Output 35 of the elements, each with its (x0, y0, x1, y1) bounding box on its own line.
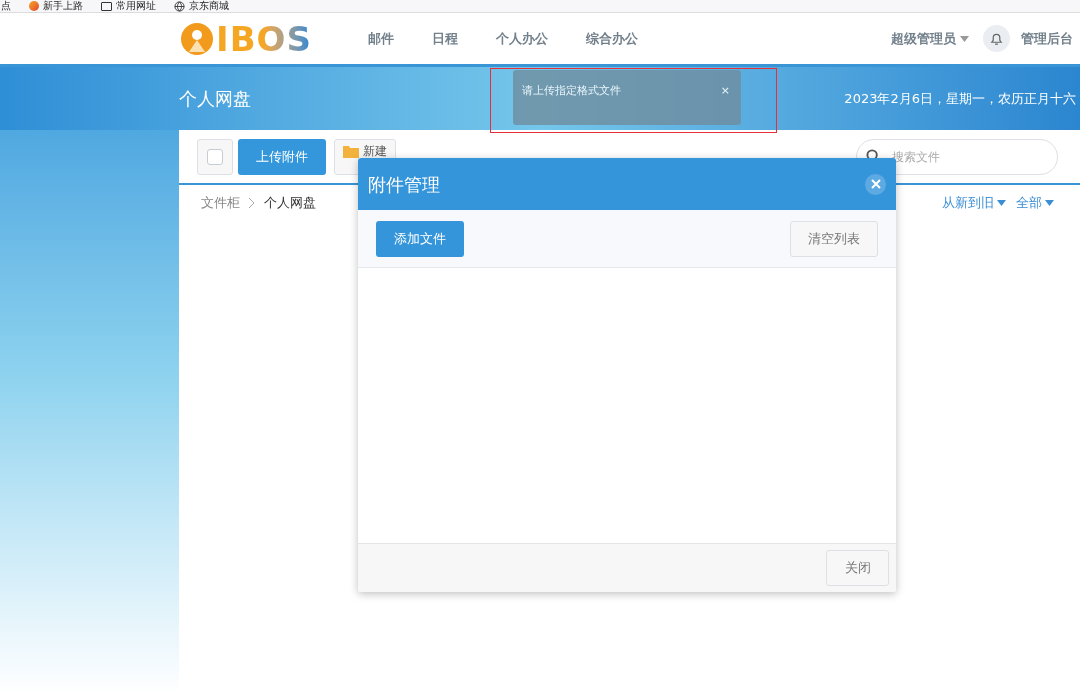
bell-icon[interactable] (983, 25, 1010, 52)
clear-list-button[interactable]: 清空列表 (790, 220, 878, 257)
date-text: 2023年2月6日，星期一，农历正月十六 (844, 89, 1076, 108)
nav-link[interactable]: 个人办公 (495, 28, 548, 49)
bookmark-link[interactable]: 京东商城 (189, 0, 229, 12)
bookmark-link[interactable]: 新手上路 (43, 0, 83, 12)
add-file-button[interactable]: 添加文件 (376, 220, 464, 257)
filter-dropdown[interactable]: 全部 (1016, 193, 1054, 213)
nav-link[interactable]: 邮件 (367, 28, 394, 49)
globe-icon (174, 0, 185, 12)
sort-dropdown[interactable]: 从新到旧 (942, 193, 1006, 213)
close-icon[interactable] (865, 173, 886, 195)
bookmark-link[interactable]: 常用网址 (116, 0, 156, 12)
bookmark-link[interactable]: 点 (1, 0, 11, 12)
dialog-title: 附件管理 (368, 172, 440, 197)
caret-icon (1045, 200, 1054, 206)
caret-icon (960, 35, 969, 42)
chevron-icon (248, 197, 256, 209)
nav-link[interactable]: 日程 (431, 28, 458, 49)
logo-emblem-icon (180, 21, 214, 56)
breadcrumb-link[interactable]: 个人网盘 (264, 193, 316, 213)
admin-link[interactable]: 管理后台 (1021, 28, 1073, 49)
folder-icon (343, 144, 359, 158)
breadcrumb-link[interactable]: 文件柜 (201, 193, 240, 213)
upload-button[interactable]: 上传附件 (238, 138, 326, 175)
page-title: 个人网盘 (179, 87, 251, 111)
user-menu[interactable]: 超级管理员 (891, 28, 969, 49)
browser-logo-icon (29, 1, 39, 11)
page-icon (101, 1, 112, 11)
toast-message: 请上传指定格式文件 (522, 83, 621, 99)
nav-link[interactable]: 综合办公 (585, 28, 638, 49)
toast-close-button[interactable]: × (720, 83, 730, 100)
caret-icon (997, 200, 1006, 206)
close-button[interactable]: 关闭 (826, 550, 889, 586)
select-all-checkbox[interactable] (197, 138, 233, 175)
